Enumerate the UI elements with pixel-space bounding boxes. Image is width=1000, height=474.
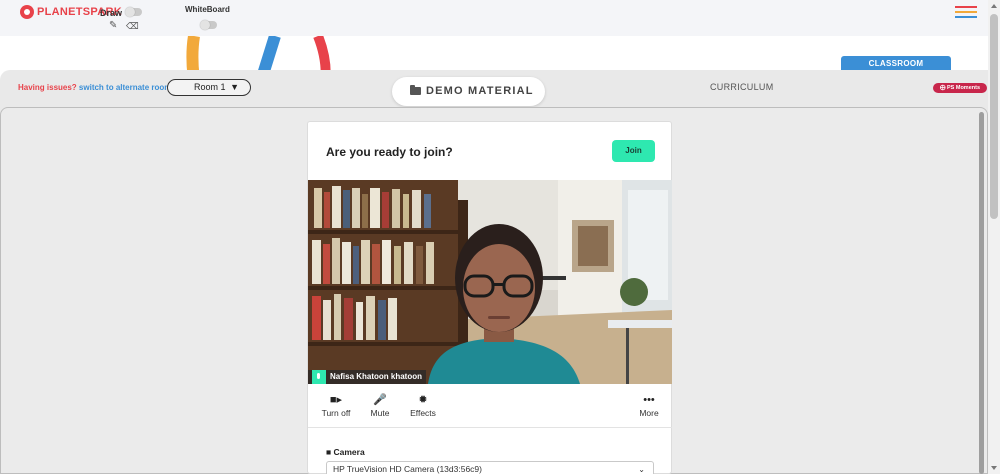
turn-off-label: Turn off [321,408,351,418]
camera-select[interactable]: HP TrueVision HD Camera (13d3:56c9) ⌄ [326,461,654,474]
more-options-button[interactable]: ••• More [636,393,662,418]
effects-label: Effects [410,408,436,418]
ps-moments-label: PS Moments [947,85,981,91]
whiteboard-toggle[interactable] [200,20,217,30]
camera-select-value: HP TrueVision HD Camera (13d3:56c9) [333,464,482,474]
classroom-app: PLANETSPARK Draw ✎ ⌫ WhiteBoard CLASSROO… [0,0,1000,474]
room-select[interactable]: Room 1 ▼ [167,79,251,96]
camera-section-label: ■ Camera [326,447,365,457]
video-camera-icon: ■▸ [329,394,343,406]
hamburger-menu-icon[interactable] [955,6,977,18]
ps-moments-button[interactable]: ⨁ PS Moments [933,83,987,93]
demo-material-button[interactable]: DEMO MATERIAL [392,77,545,106]
more-label: More [639,408,659,418]
logo-mascot-icon [20,5,34,19]
join-card: Are you ready to join? Join Nafisa Khato… [307,121,672,474]
page-scrollbar[interactable] [988,0,1000,474]
camera-feed-image [308,180,672,384]
video-preview: Nafisa Khatoon khatoon [308,180,672,384]
camera-label-text: Camera [333,447,365,457]
draw-toggle[interactable] [125,7,142,17]
tab-curriculum[interactable]: CURRICULUM [710,82,774,92]
caret-down-icon: ▼ [230,82,239,92]
panel-scrollbar[interactable] [978,112,985,474]
eraser-icon[interactable]: ⌫ [126,21,139,32]
mic-active-icon [312,370,326,384]
alternate-room-link[interactable]: switch to alternate room [79,83,171,92]
mute-label: Mute [370,408,390,418]
turn-off-camera-button[interactable]: ■▸ Turn off [320,393,352,418]
participant-name-tag: Nafisa Khatoon khatoon [308,370,427,384]
preview-controls: ■▸ Turn off 🎤 Mute ✹ Effects ••• More [308,384,672,428]
effects-button[interactable]: ✹ Effects [407,393,439,418]
tab-classroom[interactable]: CLASSROOM [841,56,951,75]
plus-circle-icon: ⨁ [939,85,947,91]
panel-scrollbar-thumb[interactable] [979,112,984,474]
camera-small-icon: ■ [326,447,334,457]
pencil-icon[interactable]: ✎ [109,20,117,31]
scroll-up-icon[interactable] [991,4,997,8]
folder-icon [410,85,421,95]
draw-label: Draw [100,8,123,18]
more-dots-icon: ••• [643,394,655,406]
join-card-title: Are you ready to join? [326,145,453,159]
sparkle-icon: ✹ [418,394,428,406]
join-button[interactable]: Join [612,140,655,162]
issues-prefix: Having issues? [18,83,77,92]
demo-material-label: DEMO MATERIAL [426,85,534,97]
scroll-down-icon[interactable] [991,466,997,470]
whiteboard-label: WhiteBoard [185,5,230,14]
top-toolbar: PLANETSPARK Draw ✎ ⌫ WhiteBoard [0,0,988,36]
chevron-down-icon: ⌄ [638,465,645,474]
page-scrollbar-thumb[interactable] [990,14,998,219]
participant-name: Nafisa Khatoon khatoon [330,372,423,381]
microphone-icon: 🎤 [373,394,387,406]
issues-notice: Having issues? switch to alternate room [18,83,171,92]
mute-button[interactable]: 🎤 Mute [366,393,394,418]
room-select-value: Room 1 [194,82,226,92]
